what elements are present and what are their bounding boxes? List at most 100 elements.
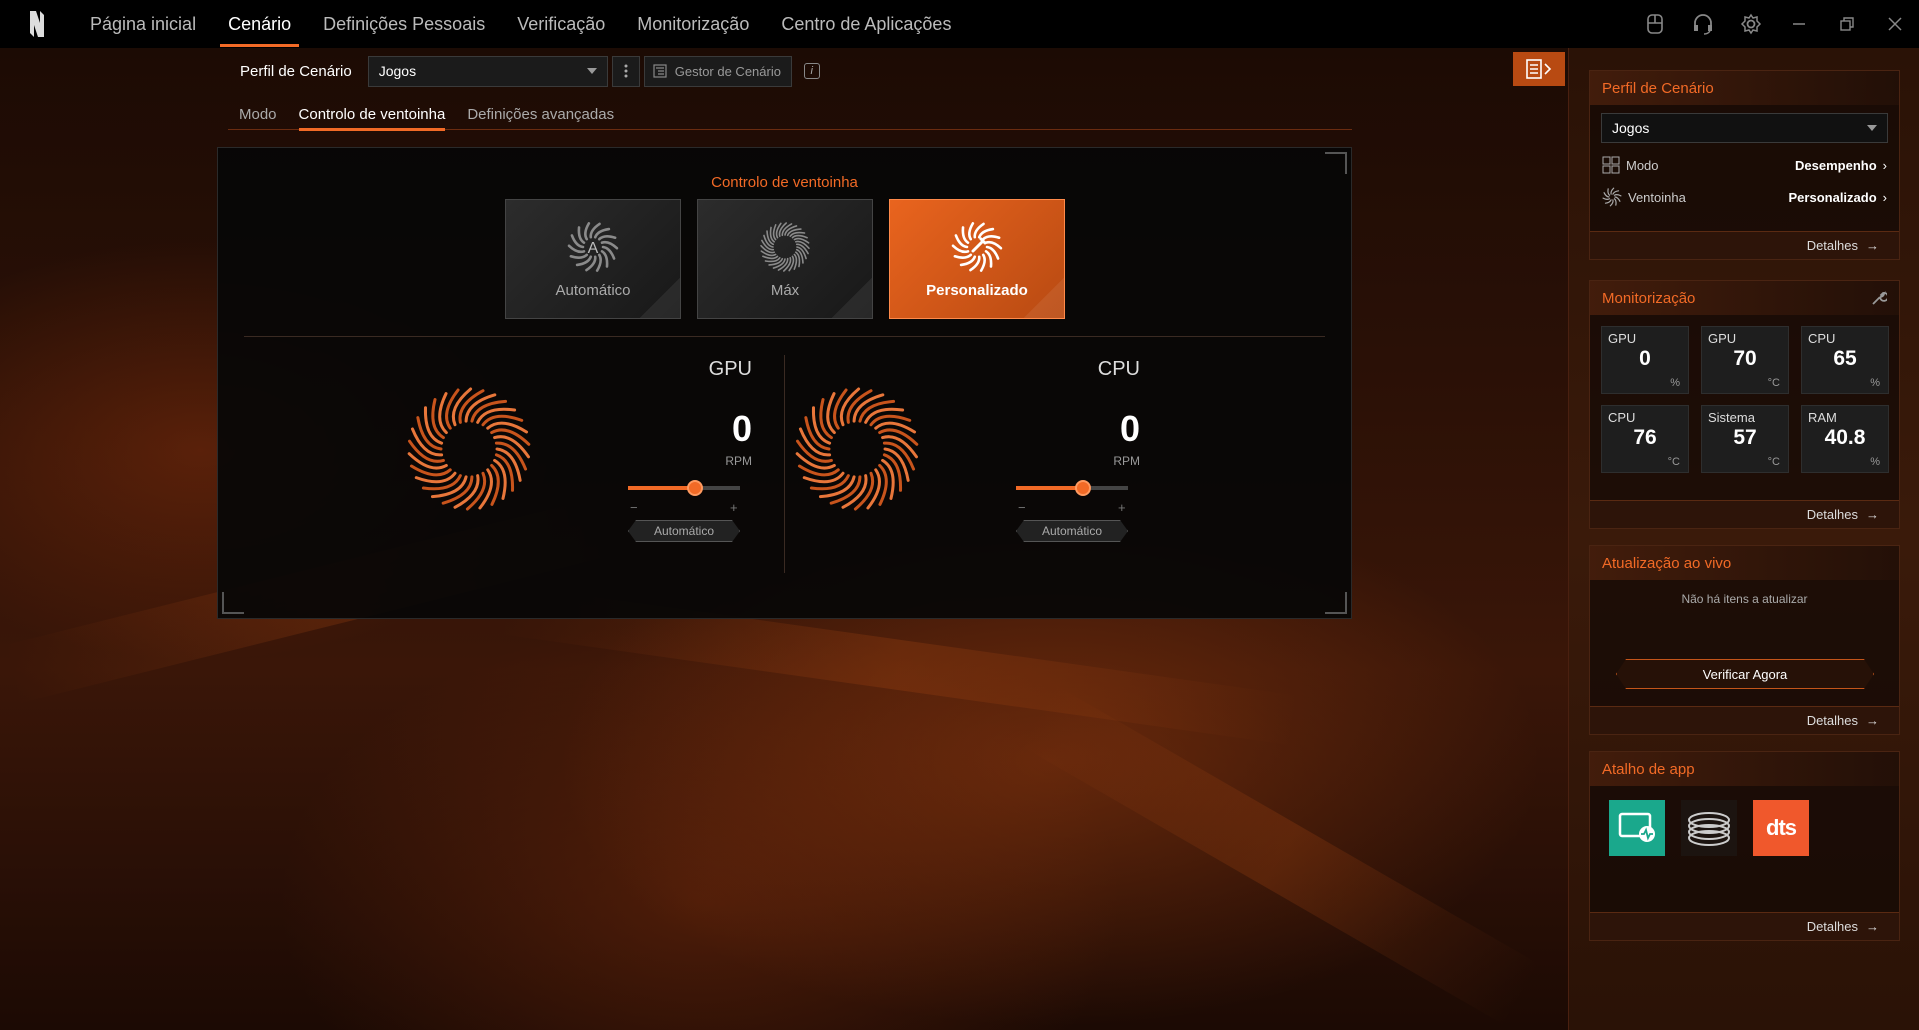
cpu-fan-slider-fill bbox=[1016, 486, 1084, 490]
info-button[interactable]: i bbox=[803, 63, 820, 79]
fan-blade bbox=[577, 225, 586, 244]
fan-blade bbox=[1612, 190, 1620, 195]
fan-mode-custom-button[interactable]: Personalizado bbox=[889, 199, 1065, 319]
gpu-fan-block: GPU 0 RPM − + Automático bbox=[407, 358, 766, 568]
gpu-fan-increase-button[interactable]: + bbox=[730, 500, 738, 515]
nav-personal-settings[interactable]: Definições Pessoais bbox=[307, 0, 501, 48]
app-shortcut-card: Atalho de app dts Detalhes → bbox=[1589, 751, 1900, 941]
keyboard-button[interactable] bbox=[1631, 0, 1679, 48]
tab-fan-control[interactable]: Controlo de ventoinha bbox=[288, 98, 457, 131]
cpu-fan-slider-thumb[interactable] bbox=[1075, 480, 1092, 496]
sidebar-profile-value: Jogos bbox=[1612, 120, 1650, 136]
scenario-profile-row: Perfil de Cenário Jogos Gestor de Cenári… bbox=[240, 55, 820, 87]
close-button[interactable] bbox=[1871, 0, 1919, 48]
gpu-fan-decrease-button[interactable]: − bbox=[630, 500, 638, 515]
tab-advanced-settings[interactable]: Definições avançadas bbox=[456, 98, 625, 130]
fan-mode-auto-button[interactable]: A Automático bbox=[505, 199, 681, 319]
list-icon bbox=[653, 64, 667, 78]
profile-fan-row[interactable]: Ventoinha Personalizado › bbox=[1590, 181, 1899, 213]
wrench-icon[interactable] bbox=[1871, 290, 1887, 306]
metric-ram-usage: RAM 40.8 % bbox=[1801, 405, 1889, 473]
live-update-message: Não há itens a atualizar bbox=[1681, 592, 1808, 606]
nav-scenario[interactable]: Cenário bbox=[212, 0, 307, 48]
metric-label: GPU bbox=[1708, 331, 1737, 346]
fan-mode-max-button[interactable]: Máx bbox=[697, 199, 873, 319]
gpu-fan-auto-button[interactable]: Automático bbox=[628, 520, 740, 542]
metric-unit: °C bbox=[1767, 377, 1780, 389]
monitor-app-shortcut[interactable] bbox=[1609, 800, 1665, 856]
metric-unit: °C bbox=[1767, 456, 1780, 468]
chevron-down-icon bbox=[1867, 125, 1877, 131]
scenario-manager-button[interactable]: Gestor de Cenário bbox=[643, 55, 792, 87]
monitoring-details-link[interactable]: Detalhes → bbox=[1590, 500, 1899, 528]
scenario-profile-label: Perfil de Cenário bbox=[240, 62, 352, 80]
profile-more-button[interactable] bbox=[611, 55, 640, 87]
nav-monitoring[interactable]: Monitorização bbox=[621, 0, 765, 48]
gpu-fan-rpm-unit: RPM bbox=[725, 454, 752, 468]
fan-blade bbox=[772, 223, 777, 240]
fan-blade bbox=[979, 253, 986, 272]
svg-text:A: A bbox=[588, 240, 599, 257]
fan-blade bbox=[984, 249, 993, 268]
fan-mode-auto-label: Automático bbox=[555, 281, 631, 299]
fan-control-title: Controlo de ventoinha bbox=[711, 174, 858, 191]
gpu-fan-icon bbox=[407, 387, 531, 511]
live-update-details-link[interactable]: Detalhes → bbox=[1590, 706, 1899, 734]
fan-blade bbox=[584, 221, 591, 240]
cpu-fan-slider[interactable] bbox=[1016, 480, 1128, 496]
live-update-card: Atualização ao vivo Não há itens a atual… bbox=[1589, 545, 1900, 735]
dts-app-shortcut[interactable]: dts bbox=[1753, 800, 1809, 856]
sidebar-toggle-button[interactable] bbox=[1513, 52, 1565, 86]
support-button[interactable] bbox=[1679, 0, 1727, 48]
fan-max-icon bbox=[760, 221, 810, 272]
profile-mode-label: Modo bbox=[1626, 157, 1659, 173]
gpu-fan-slider[interactable] bbox=[628, 480, 740, 496]
monitoring-card-title: Monitorização bbox=[1590, 281, 1899, 315]
fans-divider bbox=[784, 355, 785, 573]
restore-icon bbox=[1840, 17, 1854, 31]
profile-details-link[interactable]: Detalhes → bbox=[1590, 231, 1899, 259]
cpu-fan-icon bbox=[795, 387, 919, 511]
keyboard-icon bbox=[1647, 14, 1663, 34]
fan-blade bbox=[793, 253, 798, 270]
settings-button[interactable] bbox=[1727, 0, 1775, 48]
cpu-fan-auto-button[interactable]: Automático bbox=[1016, 520, 1128, 542]
sidebar-profile-select[interactable]: Jogos bbox=[1601, 113, 1888, 143]
monitoring-card-title-text: Monitorização bbox=[1602, 289, 1696, 307]
cpu-fan-increase-button[interactable]: + bbox=[1118, 500, 1126, 515]
dts-app-icon: dts bbox=[1766, 815, 1797, 840]
fan-icon bbox=[1602, 187, 1622, 207]
cpu-fan-block: CPU 0 RPM − + Automático bbox=[795, 358, 1154, 568]
metric-label: RAM bbox=[1808, 410, 1837, 425]
gear-icon bbox=[1740, 13, 1762, 35]
minimize-button[interactable] bbox=[1775, 0, 1823, 48]
cpu-fan-title: CPU bbox=[1097, 358, 1140, 380]
verify-now-button[interactable]: Verificar Agora bbox=[1616, 659, 1874, 689]
scenario-profile-select[interactable]: Jogos bbox=[367, 55, 608, 87]
coil-app-shortcut[interactable] bbox=[1681, 800, 1737, 856]
app-shortcut-details-link[interactable]: Detalhes → bbox=[1590, 912, 1899, 940]
nav-home[interactable]: Página inicial bbox=[74, 0, 212, 48]
fan-mode-max-label: Máx bbox=[770, 281, 800, 299]
main-nav: Página inicial Cenário Definições Pessoa… bbox=[74, 0, 967, 48]
fan-blade bbox=[762, 254, 779, 259]
gpu-fan-title: GPU bbox=[708, 358, 752, 380]
details-label: Detalhes bbox=[1806, 713, 1858, 728]
gpu-fan-slider-thumb[interactable] bbox=[687, 480, 704, 496]
tab-mode[interactable]: Modo bbox=[228, 98, 288, 130]
metric-system-temp: Sistema 57 °C bbox=[1701, 405, 1789, 473]
nav-check[interactable]: Verificação bbox=[501, 0, 621, 48]
nav-app-center[interactable]: Centro de Aplicações bbox=[765, 0, 967, 48]
window-controls bbox=[1631, 0, 1919, 48]
metric-unit: °C bbox=[1667, 456, 1680, 468]
fan-blade bbox=[1607, 188, 1611, 196]
fan-blade bbox=[791, 234, 808, 239]
cpu-fan-decrease-button[interactable]: − bbox=[1018, 500, 1026, 515]
restore-button[interactable] bbox=[1823, 0, 1871, 48]
monitoring-card: Monitorização GPU 0 % GPU 70 °C CPU 65 %… bbox=[1589, 280, 1900, 529]
profile-mode-row[interactable]: Modo Desempenho › bbox=[1590, 149, 1899, 181]
metric-gpu-usage: GPU 0 % bbox=[1601, 326, 1689, 394]
metric-unit: % bbox=[1670, 377, 1680, 389]
cpu-fan-rpm-value: 0 bbox=[1119, 408, 1140, 449]
fan-auto-icon: A bbox=[567, 221, 619, 272]
